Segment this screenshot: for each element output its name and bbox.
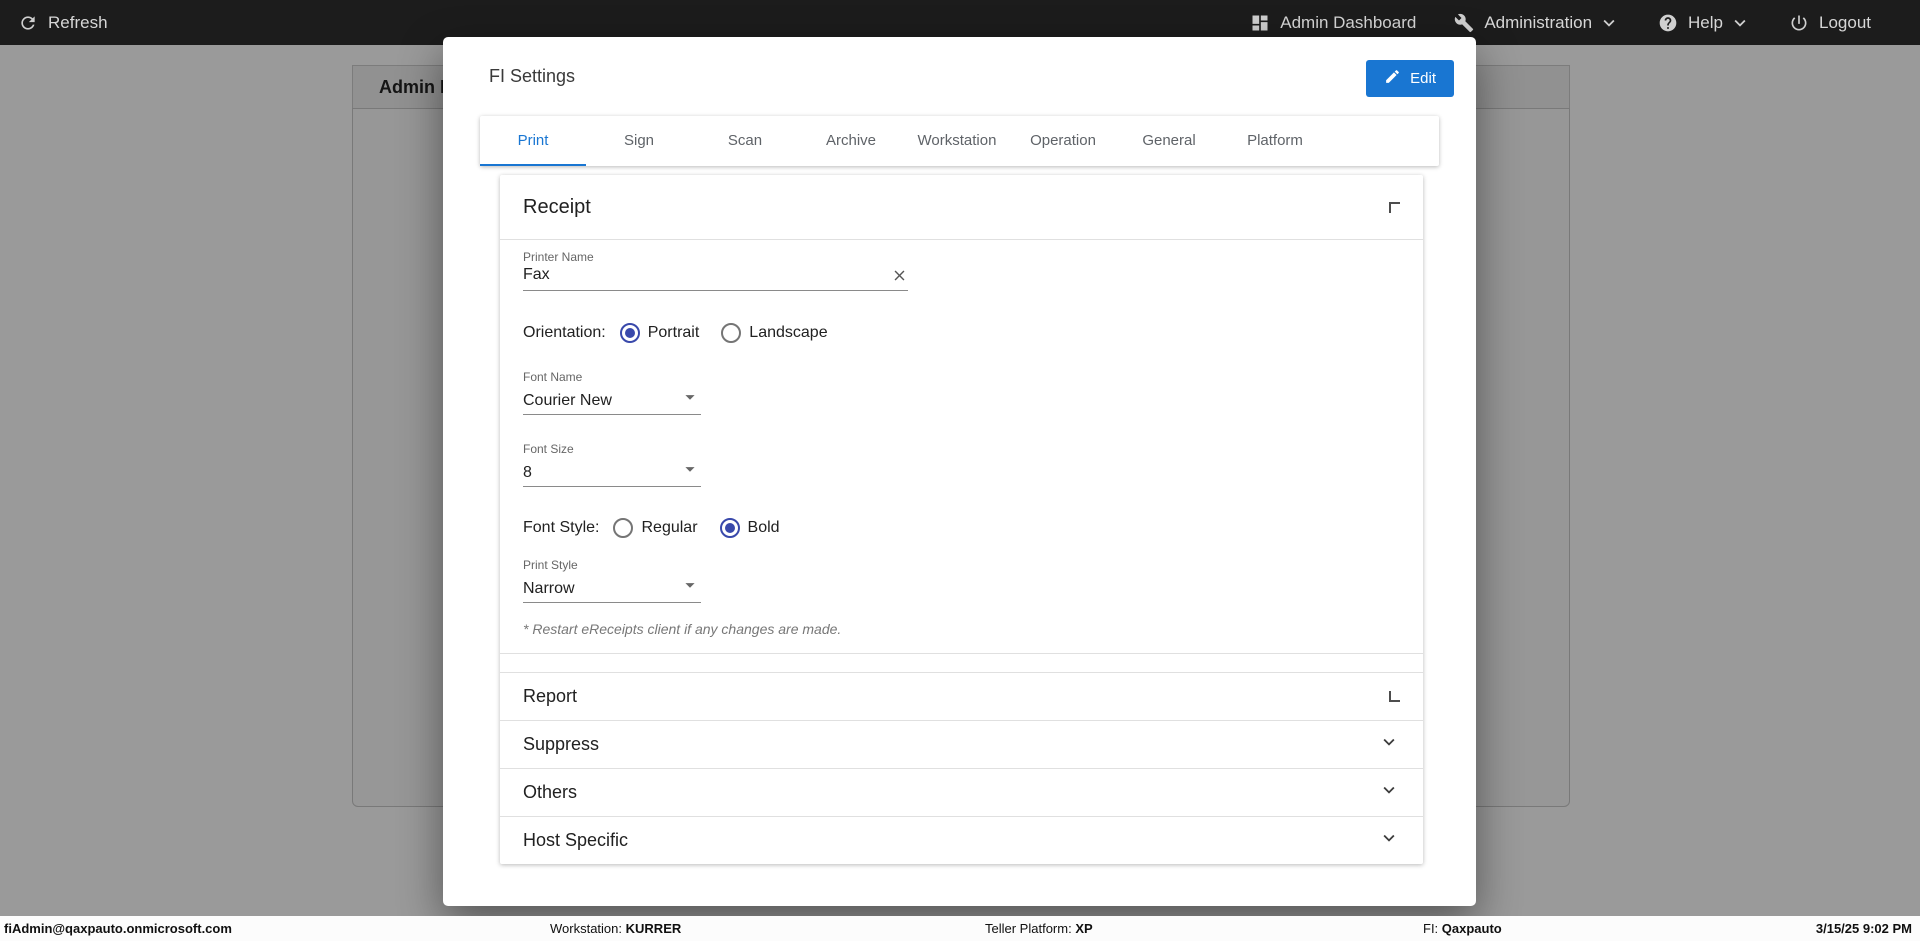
dashboard-icon [1250, 13, 1270, 33]
printer-name-label: Printer Name [523, 250, 594, 264]
font-style-option-regular: Regular [613, 518, 698, 538]
tab-operation[interactable]: Operation [1010, 116, 1116, 166]
chevron-down-icon [1378, 779, 1400, 806]
fi-label: FI: [1423, 921, 1439, 936]
orientation-label: Orientation: [523, 324, 606, 341]
landscape-radio-label: Landscape [749, 324, 828, 341]
receipt-section-title: Receipt [523, 195, 591, 218]
others-section-title: Others [523, 782, 578, 802]
tab-workstation[interactable]: Workstation [904, 116, 1010, 166]
logged-in-user: fiAdmin@qaxpauto.onmicrosoft.com [4, 921, 232, 936]
edit-button-label: Edit [1410, 70, 1436, 87]
font-size-value: 8 [523, 464, 532, 481]
help-label: Help [1688, 12, 1723, 32]
dialog-title: FI Settings [489, 66, 576, 86]
teller-platform-label: Teller Platform: [985, 921, 1072, 936]
report-section-title: Report [523, 686, 578, 706]
chevron-down-icon [1378, 827, 1400, 854]
printer-name-field [523, 266, 908, 291]
dialog-header: FI Settings Edit [443, 37, 1476, 116]
print-style-value: Narrow [523, 580, 575, 597]
chevron-down-icon [1733, 12, 1751, 34]
section-others[interactable]: Others [500, 768, 1423, 816]
settings-content: Receipt Printer Name Orientation: Portra… [500, 175, 1423, 864]
power-icon [1789, 13, 1809, 33]
tab-general[interactable]: General [1116, 116, 1222, 166]
dropdown-arrow-icon [679, 386, 701, 410]
dropdown-arrow-icon [679, 574, 701, 598]
admin-dashboard-button[interactable]: Admin Dashboard [1231, 13, 1435, 33]
printer-name-input[interactable] [523, 266, 891, 284]
status-bar: fiAdmin@qaxpauto.onmicrosoft.com Worksta… [0, 916, 1920, 941]
teller-platform-value: XP [1075, 921, 1093, 936]
pencil-icon [1384, 68, 1401, 89]
restart-note: * Restart eReceipts client if any change… [523, 621, 842, 637]
section-host-specific[interactable]: Host Specific [500, 816, 1423, 864]
administration-menu[interactable]: Administration [1435, 12, 1639, 34]
font-size-select[interactable]: 8 [523, 458, 701, 487]
orientation-option-landscape: Landscape [721, 323, 828, 343]
top-bar-right: Admin Dashboard Administration Help Logo… [1231, 12, 1920, 34]
print-style-label: Print Style [523, 558, 578, 572]
receipt-section-header[interactable]: Receipt [500, 175, 1423, 240]
font-name-label: Font Name [523, 370, 583, 384]
font-style-option-bold: Bold [719, 518, 780, 538]
chevron-down-icon [1378, 731, 1400, 758]
collapse-icon[interactable] [1389, 201, 1400, 213]
bold-radio[interactable] [719, 518, 740, 538]
font-size-label: Font Size [523, 442, 574, 456]
wrench-icon [1454, 13, 1474, 33]
clear-icon[interactable] [891, 267, 908, 284]
workstation-label: Workstation: [550, 921, 623, 936]
tab-print[interactable]: Print [480, 116, 586, 166]
collapsed-sections: Report Suppress Others Host Specific [500, 672, 1423, 864]
section-report[interactable]: Report [500, 672, 1423, 720]
font-name-select[interactable]: Courier New [523, 386, 701, 415]
refresh-button[interactable]: Refresh [0, 0, 127, 45]
expand-icon [1389, 691, 1400, 702]
tab-sign[interactable]: Sign [586, 116, 692, 166]
tab-platform[interactable]: Platform [1222, 116, 1328, 166]
tab-archive[interactable]: Archive [798, 116, 904, 166]
fi-status: FI: Qaxpauto [1423, 916, 1502, 941]
help-icon [1658, 13, 1678, 33]
administration-label: Administration [1484, 12, 1593, 32]
orientation-row: Orientation: Portrait Landscape [523, 322, 1400, 344]
orientation-option-portrait: Portrait [619, 323, 700, 343]
tab-scan[interactable]: Scan [692, 116, 798, 166]
portrait-radio[interactable] [619, 323, 640, 343]
tab-bar: Print Sign Scan Archive Workstation Oper… [480, 116, 1439, 166]
section-suppress[interactable]: Suppress [500, 720, 1423, 768]
fi-settings-dialog: FI Settings Edit Print Sign Scan Archive… [443, 37, 1476, 906]
dropdown-arrow-icon [679, 458, 701, 482]
chevron-down-icon [1602, 12, 1620, 34]
font-style-row: Font Style: Regular Bold [523, 517, 1400, 539]
host-specific-section-title: Host Specific [523, 830, 629, 850]
bold-radio-label: Bold [747, 519, 780, 536]
help-menu[interactable]: Help [1639, 12, 1770, 34]
edit-button[interactable]: Edit [1366, 60, 1454, 97]
regular-radio[interactable] [613, 518, 634, 538]
regular-radio-label: Regular [641, 519, 698, 536]
logout-button[interactable]: Logout [1770, 13, 1890, 33]
logout-label: Logout [1819, 12, 1871, 32]
datetime: 3/15/25 9:02 PM [1815, 921, 1912, 936]
refresh-icon [18, 13, 38, 33]
print-style-select[interactable]: Narrow [523, 574, 701, 603]
refresh-label: Refresh [48, 12, 108, 32]
teller-platform-status: Teller Platform: XP [985, 916, 1093, 941]
workstation-status: Workstation: KURRER [550, 916, 681, 941]
admin-dashboard-label: Admin Dashboard [1280, 12, 1417, 32]
receipt-section-body: Printer Name Orientation: Portrait Lands… [500, 250, 1423, 654]
font-name-value: Courier New [523, 392, 612, 409]
font-style-label: Font Style: [523, 519, 600, 536]
suppress-section-title: Suppress [523, 734, 600, 754]
fi-value: Qaxpauto [1441, 921, 1502, 936]
landscape-radio[interactable] [721, 323, 742, 343]
workstation-value: KURRER [625, 921, 682, 936]
portrait-radio-label: Portrait [647, 324, 700, 341]
